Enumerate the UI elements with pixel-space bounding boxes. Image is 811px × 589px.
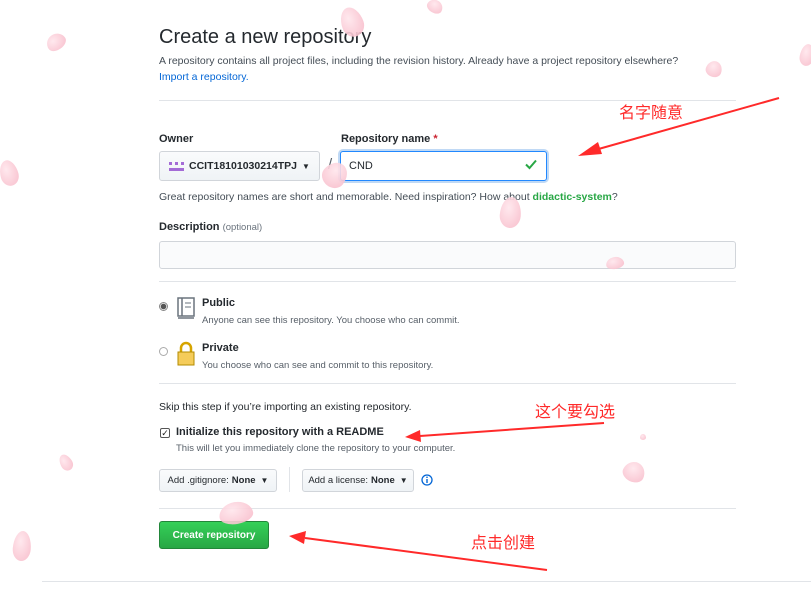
arrow-head-readme [405, 430, 421, 442]
arrow-head-create [289, 531, 306, 544]
arrow-head-repo-name [578, 142, 602, 156]
arrow-to-readme [419, 422, 605, 437]
petal-decoration [640, 434, 646, 440]
arrow-to-repo-name [594, 97, 780, 151]
arrow-to-create [304, 537, 548, 571]
page: { "header": { "title": "Create a new rep… [0, 0, 811, 589]
annotation-arrows [289, 97, 780, 571]
